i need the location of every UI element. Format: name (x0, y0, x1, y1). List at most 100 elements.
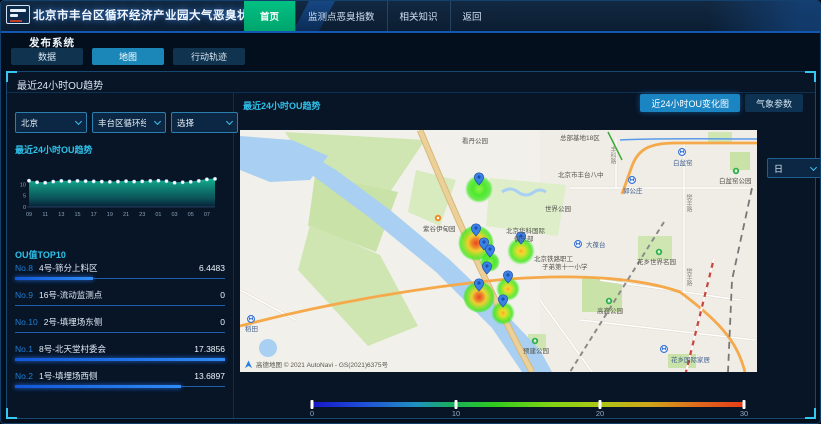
rank-name: 8号-北天堂村委会 (39, 343, 106, 355)
rank-label: No.9 (15, 290, 33, 300)
svg-text:樊羊路: 樊羊路 (685, 193, 692, 213)
svg-text:白盆窑: 白盆窑 (673, 158, 693, 167)
rank-value: 0 (220, 290, 225, 300)
map-time-select[interactable]: 日 (767, 158, 821, 178)
rank-row: No.9 16号-流动监测点 0 (15, 289, 225, 306)
rank-bar-track (15, 305, 225, 306)
svg-text:紫谷伊甸园: 紫谷伊甸园 (423, 224, 456, 233)
rank-label: No.10 (15, 317, 38, 327)
tab-track[interactable]: 行动轨迹 (173, 48, 245, 65)
filter-bar: 北京 丰台区循环经济产 选择 (15, 112, 238, 133)
svg-text:樊羊路: 樊羊路 (685, 267, 692, 287)
svg-text:5: 5 (23, 194, 26, 200)
nav-item-knowledge[interactable]: 相关知识 (387, 1, 450, 31)
svg-text:05: 05 (188, 212, 194, 218)
tab-map[interactable]: 地图 (92, 48, 164, 65)
trend-chart-title: 最近24小时OU趋势 (15, 143, 93, 156)
nav-item-odor-index[interactable]: 监测点恶臭指数 (295, 1, 387, 31)
rank-value: 17.3856 (194, 344, 225, 354)
nav-item-back[interactable]: 返回 (450, 1, 494, 31)
rank-name: 1号-填埋场西侧 (39, 370, 98, 382)
svg-text:丰科路: 丰科路 (609, 145, 616, 165)
svg-text:北京市丰台八中: 北京市丰台八中 (558, 170, 604, 179)
header-right-decoration (710, 1, 820, 31)
rank-label: No.8 (15, 263, 33, 273)
svg-text:大葆台: 大葆台 (586, 240, 606, 249)
station-select-value: 选择 (177, 117, 194, 129)
rank-row: No.1 8号-北天堂村委会 17.3856 (15, 343, 225, 360)
weather-params-button[interactable]: 气象参数 (745, 94, 803, 112)
svg-text:北京铁路职工: 北京铁路职工 (534, 254, 574, 263)
svg-text:预建公园: 预建公园 (523, 346, 549, 355)
chevron-down-icon (226, 118, 233, 125)
svg-text:高鑫公园: 高鑫公园 (597, 306, 623, 315)
svg-text:俱乐部: 俱乐部 (514, 234, 534, 243)
ou-ranking-list: No.8 4号-筛分上料区 6.4483 No.9 16号-流动监测点 0 No… (15, 262, 225, 397)
svg-text:世界公园: 世界公园 (545, 204, 571, 213)
chevron-down-icon (75, 118, 82, 125)
panel-header: 最近24小时OU趋势 (7, 72, 815, 93)
rank-bar-track (15, 359, 225, 360)
rank-bar-track (15, 386, 225, 387)
ou-change-map-button[interactable]: 近24小时OU变化图 (640, 94, 740, 112)
svg-text:0: 0 (23, 205, 26, 211)
svg-text:白盆窑公园: 白盆窑公园 (719, 176, 752, 185)
svg-text:看丹公园: 看丹公园 (462, 137, 488, 145)
svg-text:13: 13 (58, 212, 64, 218)
svg-text:花乡世界名园: 花乡世界名园 (637, 257, 676, 266)
svg-text:17: 17 (91, 212, 97, 218)
chevron-down-icon (154, 118, 161, 125)
rank-value: 6.4483 (199, 263, 225, 273)
chevron-down-icon (810, 163, 817, 170)
app-header: 北京市丰台区循环经济产业园大气恶臭状况实时 首页 监测点恶臭指数 相关知识 返回 (1, 1, 820, 33)
svg-text:03: 03 (172, 212, 178, 218)
svg-text:15: 15 (74, 212, 80, 218)
view-tabs: 数据 地图 行动轨迹 (11, 48, 245, 65)
map-canvas[interactable]: 看丹公园总部基地18区北京市丰台八中白盆窑白盆窑公园郭公庄丰科路樊羊路樊羊路世界… (240, 130, 757, 372)
svg-text:北京华科国际: 北京华科国际 (506, 226, 546, 235)
rank-bar-fill (15, 385, 181, 388)
heat-scale-legend: 0102030 (312, 402, 744, 419)
ranking-title: OU值TOP10 (15, 248, 66, 261)
map-section-title: 最近24小时OU趋势 (243, 99, 321, 112)
rank-value: 13.6897 (194, 371, 225, 381)
park-select[interactable]: 丰台区循环经济产 (92, 112, 166, 133)
rank-label: No.1 (15, 344, 33, 354)
svg-text:07: 07 (204, 212, 210, 218)
logo-icon (6, 5, 30, 24)
main-panel: 最近24小时OU趋势 北京 丰台区循环经济产 选择 最近24小时OU趋势 (6, 71, 816, 419)
rank-row: No.10 2号-填埋场东侧 0 (15, 316, 225, 333)
rank-bar-track (15, 332, 225, 333)
city-select[interactable]: 北京 (15, 112, 87, 133)
panel-title: 最近24小时OU趋势 (17, 77, 103, 92)
heat-scale-gradient (312, 402, 744, 407)
svg-text:11: 11 (42, 212, 48, 218)
svg-text:稻田: 稻田 (245, 324, 258, 333)
svg-text:23: 23 (139, 212, 145, 218)
nav-item-home[interactable]: 首页 (244, 1, 295, 31)
city-select-value: 北京 (21, 117, 38, 129)
app-window: 北京市丰台区循环经济产业园大气恶臭状况实时 首页 监测点恶臭指数 相关知识 返回… (0, 0, 821, 424)
map-toolbar: 近24小时OU变化图 气象参数 (640, 94, 803, 112)
map-time-select-value: 日 (774, 162, 783, 175)
rank-bar-fill (15, 277, 93, 280)
rank-row: No.8 4号-筛分上料区 6.4483 (15, 262, 225, 279)
rank-row: No.2 1号-填埋场西侧 13.6897 (15, 370, 225, 387)
tab-data[interactable]: 数据 (11, 48, 83, 65)
rank-name: 16号-流动监测点 (39, 289, 102, 301)
svg-text:总部基地18区: 总部基地18区 (560, 133, 600, 142)
panel-divider (233, 93, 234, 418)
svg-text:10: 10 (20, 182, 26, 188)
station-select[interactable]: 选择 (171, 112, 238, 133)
main-nav: 首页 监测点恶臭指数 相关知识 返回 (244, 1, 494, 31)
rank-name: 2号-填埋场东侧 (44, 316, 103, 328)
svg-text:09: 09 (26, 212, 32, 218)
svg-text:19: 19 (107, 212, 113, 218)
rank-bar-track (15, 278, 225, 279)
heat-scale-ticks: 0102030 (312, 409, 744, 419)
rank-name: 4号-筛分上料区 (39, 262, 98, 274)
ou-trend-chart: 0510091113151719212301030507 (13, 166, 221, 222)
svg-text:21: 21 (123, 212, 129, 218)
svg-text:郭公庄: 郭公庄 (623, 186, 643, 195)
rank-value: 0 (220, 317, 225, 327)
